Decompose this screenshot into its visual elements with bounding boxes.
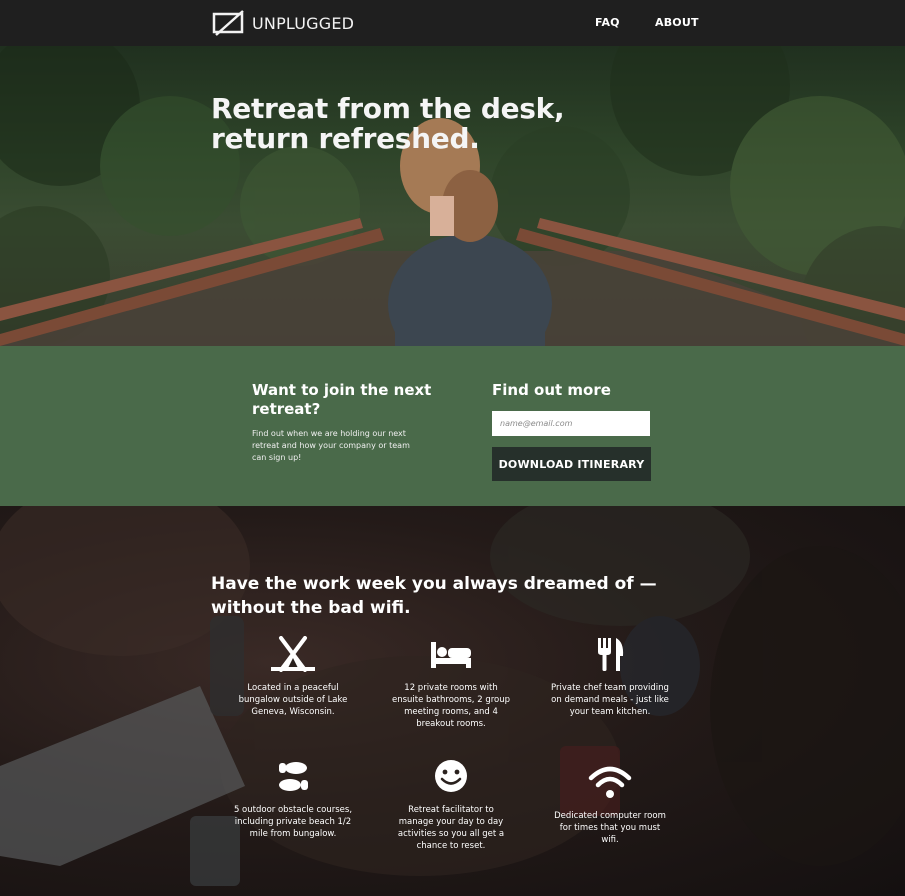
feature-text: Dedicated computer room for times that y… xyxy=(554,811,666,845)
smile-icon xyxy=(435,760,467,792)
signup-section: Want to join the next retreat? Find out … xyxy=(0,346,905,506)
download-itinerary-button[interactable]: DOWNLOAD ITINERARY xyxy=(492,447,651,481)
top-nav: UNPLUGGED FAQ ABOUT xyxy=(0,0,905,46)
feature-item: Dedicated computer room for times that y… xyxy=(550,764,670,846)
unplugged-screen-icon xyxy=(212,10,244,36)
feature-text: 5 outdoor obstacle courses, including pr… xyxy=(233,805,353,839)
nav-about-link[interactable]: ABOUT xyxy=(655,16,699,29)
feature-item: 5 outdoor obstacle courses, including pr… xyxy=(233,758,353,840)
wifi-icon xyxy=(588,766,632,798)
utensils-icon xyxy=(598,638,624,671)
feature-item: Located in a peaceful bungalow outside o… xyxy=(233,636,353,718)
hero-title: Retreat from the desk, return refreshed. xyxy=(211,92,565,155)
feature-text: Located in a peaceful bungalow outside o… xyxy=(238,683,348,717)
feature-text: Private chef team providing on demand me… xyxy=(551,683,669,717)
feature-item: Private chef team providing on demand me… xyxy=(550,636,670,718)
bed-icon xyxy=(431,642,471,668)
feature-item: 12 private rooms with ensuite bathrooms,… xyxy=(391,636,511,730)
feature-text: Retreat facilitator to manage your day t… xyxy=(397,805,505,851)
shoe-prints-icon xyxy=(279,762,308,791)
email-input[interactable] xyxy=(492,411,650,436)
brand-logo[interactable]: UNPLUGGED xyxy=(212,10,354,36)
brand-name: UNPLUGGED xyxy=(252,13,355,33)
feature-item: Retreat facilitator to manage your day t… xyxy=(391,758,511,852)
hero-section: Retreat from the desk, return refreshed. xyxy=(0,46,905,346)
feature-text: 12 private rooms with ensuite bathrooms,… xyxy=(392,683,510,729)
features-title: Have the work week you always dreamed of… xyxy=(211,574,657,618)
signup-heading: Want to join the next retreat? xyxy=(252,381,432,418)
hero-image xyxy=(0,46,905,346)
nav-faq-link[interactable]: FAQ xyxy=(595,16,620,29)
tent-icon xyxy=(271,636,315,672)
hero-title-line1: Retreat from the desk, xyxy=(211,92,565,125)
hero-title-line2: return refreshed. xyxy=(211,122,480,155)
find-out-more-heading: Find out more xyxy=(492,381,611,399)
features-section: Have the work week you always dreamed of… xyxy=(0,506,905,896)
signup-description: Find out when we are holding our next re… xyxy=(252,429,410,462)
